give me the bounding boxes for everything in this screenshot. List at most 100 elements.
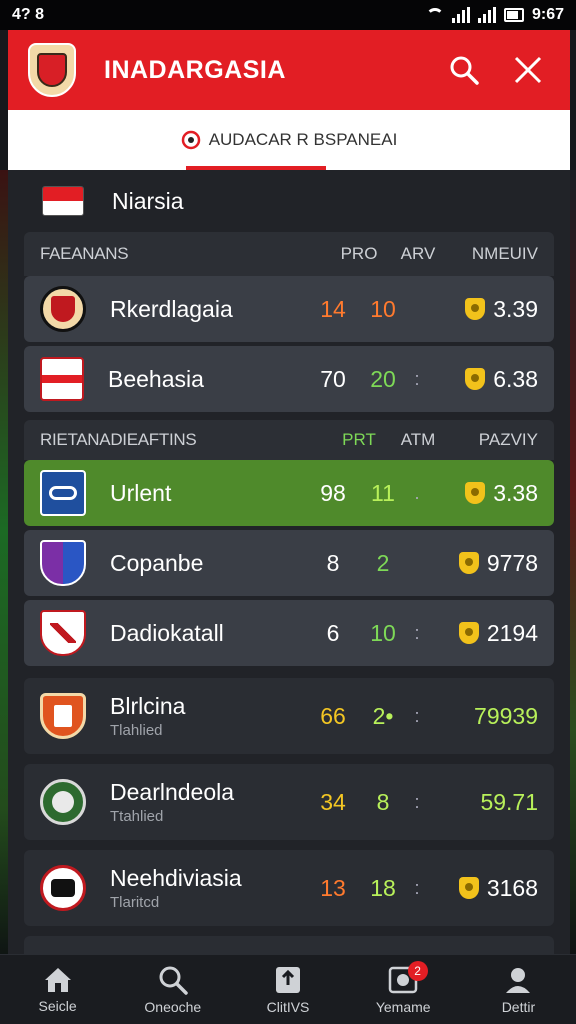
nav-games[interactable]: 2 Yemame [346,955,461,1024]
team-status: Tlahlied [110,722,163,739]
stat-value: 34 [320,788,346,815]
team-name: Copanbe [110,549,204,576]
search-icon [159,966,188,995]
stat-value: 70 [320,365,346,392]
team-name: Blrlcina [110,693,186,719]
status-time: 9:67 [531,6,564,23]
score-value: 3168 [486,874,538,901]
stat-value: 20 [370,365,396,392]
tab-bar: AUDACAR R BSPANEAI [8,110,570,170]
nav-search[interactable]: Oneoche [115,955,230,1024]
shield-icon [458,877,479,899]
shield-icon [458,552,479,574]
stat-value: 10 [370,295,396,322]
league-name: Niarsia [112,187,184,214]
status-left-text: 4? 8 [12,6,45,23]
score-value: 6.38 [493,365,538,392]
app-header: INADARGASIA [8,30,570,110]
stat-value: 8 [376,788,390,815]
team-name: Urlent [110,479,172,506]
club-crest-icon [40,610,86,656]
close-button[interactable] [506,48,550,92]
shield-icon [458,622,479,644]
section-title: RIETANADIEAFTINS [40,430,197,449]
flag-icon [42,186,84,216]
separator: : [414,622,420,643]
stat-value: 8 [326,549,340,576]
nav-home[interactable]: Seicle [0,955,115,1024]
column-header: PAZVIY [478,430,538,449]
section-title: FAEANANS [40,244,129,263]
team-name: Beehasia [108,365,204,392]
club-logo[interactable] [28,43,76,97]
separator: . [414,482,420,503]
separator: : [414,368,420,389]
search-button[interactable] [442,48,486,92]
stat-value: 10 [370,619,396,646]
section-header: FAEANANS PRO ARV NMEUIV [24,232,554,276]
team-row[interactable]: Neehdiviasia Tlaritcd 13 18 : 3168 [24,850,554,926]
team-status: Tlaritcd [110,894,160,911]
club-crest-icon [40,470,86,516]
signal-icon-2 [477,7,496,23]
status-bar: 4? 8 9:67 [0,0,576,30]
clips-icon [276,966,300,993]
score-value: 59.71 [480,788,538,815]
status-left: 4? 8 [12,6,44,24]
nav-label: Oneoche [144,998,202,1015]
team-row-selected[interactable]: Urlent 98 11 . 3.38 [24,460,554,526]
flag-icon [40,357,84,401]
stat-value: 2• [372,702,394,729]
profile-icon [506,967,531,993]
nav-clips[interactable]: ClitIVS [230,955,345,1024]
stat-value: 13 [320,874,346,901]
stat-value: 18 [370,874,396,901]
shield-icon [465,298,486,320]
bottom-nav: Seicle Oneoche ClitIVS 2 Yemame Dettir [0,954,576,1024]
stadium-bg-left [0,170,8,970]
section-header: RIETANADIEAFTINS PRT ATM PAZVIY [24,420,554,460]
signal-icon [451,7,470,23]
score-value: 2194 [486,619,538,646]
stat-value: 98 [320,479,346,506]
team-row[interactable]: Dadiokatall 6 10 : 2194 [24,600,554,666]
nav-label: ClitIVS [266,998,310,1015]
team-row[interactable]: Rkerdlagaia 14 10 3.39 [24,276,554,342]
tab-label: AUDACAR R BSPANEAI [208,130,398,149]
team-name: Neehdiviasia [110,865,242,891]
wifi-icon [425,8,444,22]
club-crest-icon [40,286,86,332]
column-header: ARV [400,244,436,263]
notification-badge: 2 [407,961,428,981]
team-row-partial[interactable] [24,936,554,954]
tab-active[interactable]: AUDACAR R BSPANEAI [181,130,398,150]
nav-label: Dettir [501,998,536,1015]
team-row[interactable]: Beehasia 70 20 : 6.38 [24,346,554,412]
score-value: 79939 [474,702,538,729]
close-icon [514,56,542,84]
shield-icon [465,368,486,390]
separator: : [414,705,420,726]
nav-label: Yemame [375,998,431,1015]
stat-value: 66 [320,702,346,729]
nav-profile[interactable]: Dettir [461,955,576,1024]
main-panel: Niarsia FAEANANS PRO ARV NMEUIV Rkerdlag… [8,170,570,954]
team-row[interactable]: Copanbe 8 2 9778 [24,530,554,596]
column-header: PRT [342,430,376,449]
club-crest-icon [40,540,86,586]
stat-value: 6 [326,619,340,646]
column-header: NMEUIV [471,244,538,263]
club-crest-icon [40,865,86,911]
team-name: Dearlndeola [110,779,235,805]
team-status: Ttahlied [110,808,164,825]
stat-value: 14 [320,295,346,322]
league-row[interactable]: Niarsia [8,170,570,232]
score-value: 3.38 [493,479,538,506]
team-row[interactable]: Blrlcina Tlahlied 66 2• : 79939 [24,678,554,754]
score-value: 9778 [486,549,538,576]
nav-label: Seicle [38,997,77,1014]
separator: : [414,877,420,898]
team-row[interactable]: Dearlndeola Ttahlied 34 8 : 59.71 [24,764,554,840]
separator: : [414,791,420,812]
team-name: Dadiokatall [110,619,224,646]
